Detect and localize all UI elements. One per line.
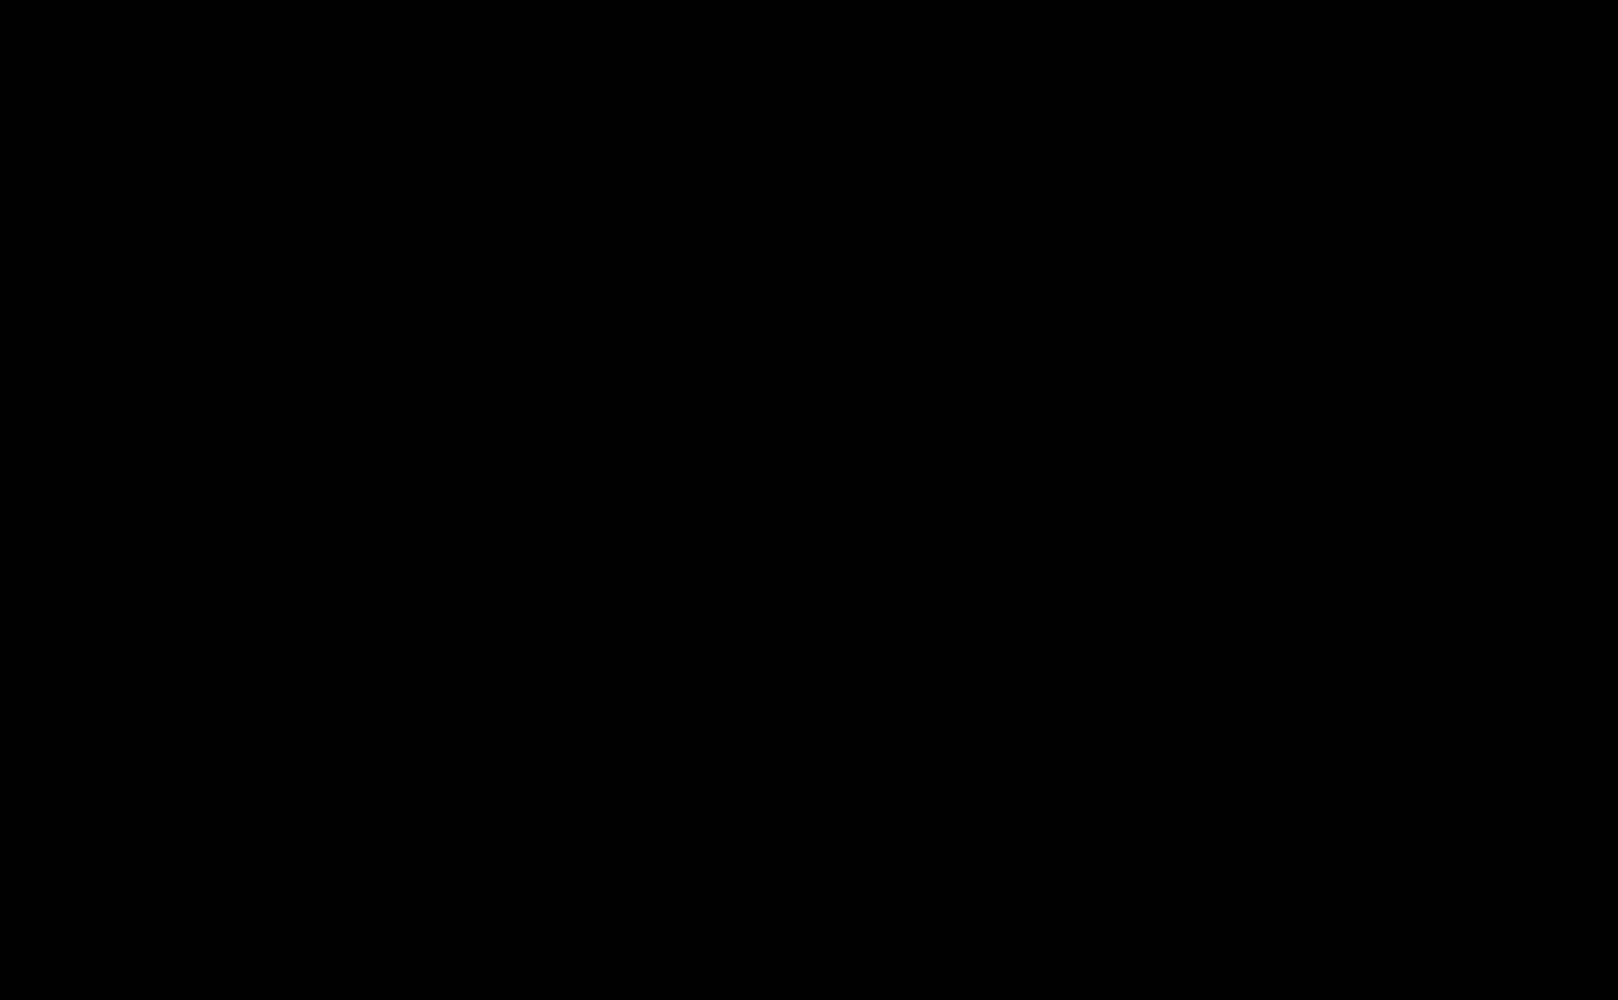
spectrogram-figure xyxy=(0,0,1618,1000)
spectrogram-canvas xyxy=(0,0,1618,1000)
